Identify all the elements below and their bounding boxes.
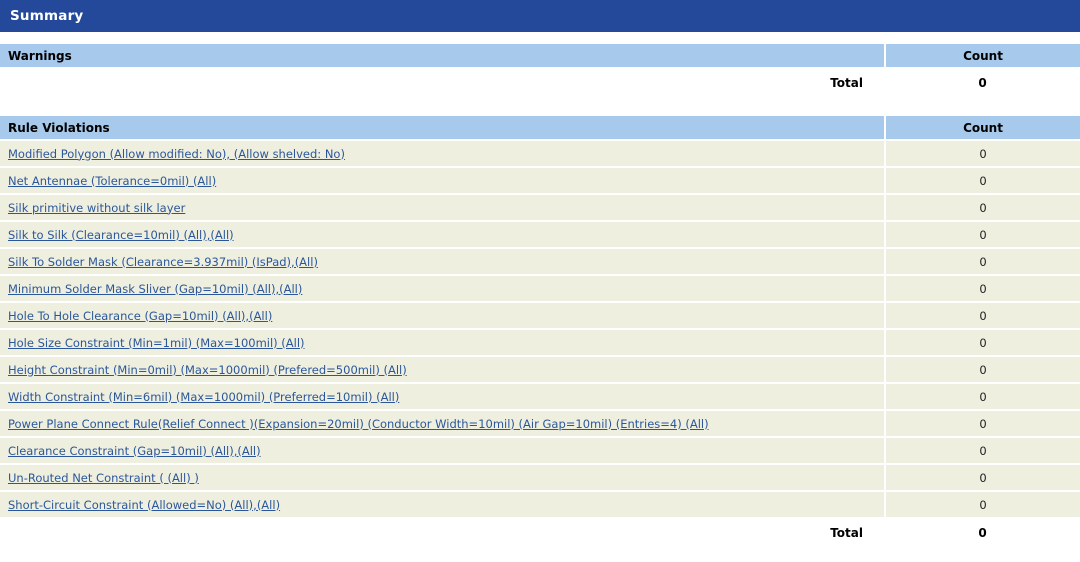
- rule-violations-header-row: Rule Violations Count: [0, 116, 1080, 141]
- warnings-count-header: Count: [885, 44, 1080, 69]
- table-row: Clearance Constraint (Gap=10mil) (All),(…: [0, 437, 1080, 465]
- rule-name-cell: Silk To Solder Mask (Clearance=3.937mil)…: [0, 248, 886, 276]
- table-row: Net Antennae (Tolerance=0mil) (All) 0: [0, 167, 1080, 195]
- rule-violation-link[interactable]: Power Plane Connect Rule(Relief Connect …: [8, 417, 709, 431]
- rule-violations-table-body: Modified Polygon (Allow modified: No), (…: [0, 140, 1080, 519]
- rule-name-cell: Clearance Constraint (Gap=10mil) (All),(…: [0, 437, 886, 465]
- rule-violations-section-label: Rule Violations: [0, 116, 886, 141]
- rule-violation-link[interactable]: Silk primitive without silk layer: [8, 201, 185, 215]
- rule-name-cell: Silk primitive without silk layer: [0, 194, 886, 222]
- rule-violations-count-header: Count: [885, 116, 1080, 141]
- rule-count-cell: 0: [885, 329, 1080, 357]
- table-row: Silk primitive without silk layer 0: [0, 194, 1080, 222]
- table-row: Un-Routed Net Constraint ( (All) ) 0: [0, 464, 1080, 492]
- rule-count-cell: 0: [885, 491, 1080, 519]
- rule-name-cell: Silk to Silk (Clearance=10mil) (All),(Al…: [0, 221, 886, 249]
- rule-name-cell: Hole To Hole Clearance (Gap=10mil) (All)…: [0, 302, 886, 330]
- rule-name-cell: Width Constraint (Min=6mil) (Max=1000mil…: [0, 383, 886, 411]
- spacer-bottom: [0, 546, 1080, 560]
- rule-count-cell: 0: [885, 248, 1080, 276]
- rule-violation-link[interactable]: Un-Routed Net Constraint ( (All) ): [8, 471, 199, 485]
- table-row: Modified Polygon (Allow modified: No), (…: [0, 140, 1080, 168]
- rule-violations-total-label: Total: [0, 518, 885, 546]
- rule-count-cell: 0: [885, 410, 1080, 438]
- rule-name-cell: Height Constraint (Min=0mil) (Max=1000mi…: [0, 356, 886, 384]
- rule-violations-total-row: Total 0: [0, 518, 1080, 546]
- report-page: Summary Warnings Count Total 0 Rule Viol…: [0, 0, 1080, 560]
- rule-violation-link[interactable]: Modified Polygon (Allow modified: No), (…: [8, 147, 345, 161]
- rule-name-cell: Net Antennae (Tolerance=0mil) (All): [0, 167, 886, 195]
- rule-violation-link[interactable]: Silk To Solder Mask (Clearance=3.937mil)…: [8, 255, 318, 269]
- rule-count-cell: 0: [885, 464, 1080, 492]
- page-title: Summary: [10, 8, 84, 24]
- table-row: Height Constraint (Min=0mil) (Max=1000mi…: [0, 356, 1080, 384]
- rule-violation-link[interactable]: Short-Circuit Constraint (Allowed=No) (A…: [8, 498, 280, 512]
- rule-name-cell: Hole Size Constraint (Min=1mil) (Max=100…: [0, 329, 886, 357]
- warnings-section-label: Warnings: [0, 44, 886, 69]
- table-row: Hole Size Constraint (Min=1mil) (Max=100…: [0, 329, 1080, 357]
- spacer-between-tables: [0, 96, 1080, 116]
- rule-violation-link[interactable]: Minimum Solder Mask Sliver (Gap=10mil) (…: [8, 282, 302, 296]
- rule-name-cell: Minimum Solder Mask Sliver (Gap=10mil) (…: [0, 275, 886, 303]
- rule-violation-link[interactable]: Hole Size Constraint (Min=1mil) (Max=100…: [8, 336, 305, 350]
- rule-count-cell: 0: [885, 194, 1080, 222]
- warnings-total-row: Total 0: [0, 68, 1080, 96]
- rule-count-cell: 0: [885, 167, 1080, 195]
- table-row: Silk To Solder Mask (Clearance=3.937mil)…: [0, 248, 1080, 276]
- rule-violation-link[interactable]: Height Constraint (Min=0mil) (Max=1000mi…: [8, 363, 407, 377]
- table-row: Minimum Solder Mask Sliver (Gap=10mil) (…: [0, 275, 1080, 303]
- rule-violation-link[interactable]: Clearance Constraint (Gap=10mil) (All),(…: [8, 444, 261, 458]
- warnings-header-row: Warnings Count: [0, 44, 1080, 69]
- rule-name-cell: Un-Routed Net Constraint ( (All) ): [0, 464, 886, 492]
- table-row: Width Constraint (Min=6mil) (Max=1000mil…: [0, 383, 1080, 411]
- rule-count-cell: 0: [885, 383, 1080, 411]
- table-row: Power Plane Connect Rule(Relief Connect …: [0, 410, 1080, 438]
- warnings-table: Warnings Count Total 0: [0, 44, 1080, 96]
- table-row: Silk to Silk (Clearance=10mil) (All),(Al…: [0, 221, 1080, 249]
- summary-title-bar: Summary: [0, 0, 1080, 32]
- spacer-after-title: [0, 32, 1080, 44]
- rule-violation-link[interactable]: Silk to Silk (Clearance=10mil) (All),(Al…: [8, 228, 234, 242]
- rule-count-cell: 0: [885, 221, 1080, 249]
- rule-violation-link[interactable]: Width Constraint (Min=6mil) (Max=1000mil…: [8, 390, 399, 404]
- warnings-total-value: 0: [885, 68, 1080, 96]
- rule-count-cell: 0: [885, 356, 1080, 384]
- table-row: Hole To Hole Clearance (Gap=10mil) (All)…: [0, 302, 1080, 330]
- rule-violation-link[interactable]: Hole To Hole Clearance (Gap=10mil) (All)…: [8, 309, 272, 323]
- rule-name-cell: Power Plane Connect Rule(Relief Connect …: [0, 410, 886, 438]
- rule-name-cell: Short-Circuit Constraint (Allowed=No) (A…: [0, 491, 886, 519]
- rule-name-cell: Modified Polygon (Allow modified: No), (…: [0, 140, 886, 168]
- rule-count-cell: 0: [885, 140, 1080, 168]
- rule-violations-table: Rule Violations Count Modified Polygon (…: [0, 116, 1080, 546]
- rule-violations-total-value: 0: [885, 518, 1080, 546]
- rule-violation-link[interactable]: Net Antennae (Tolerance=0mil) (All): [8, 174, 216, 188]
- rule-count-cell: 0: [885, 437, 1080, 465]
- rule-count-cell: 0: [885, 302, 1080, 330]
- rule-count-cell: 0: [885, 275, 1080, 303]
- table-row: Short-Circuit Constraint (Allowed=No) (A…: [0, 491, 1080, 519]
- warnings-total-label: Total: [0, 68, 885, 96]
